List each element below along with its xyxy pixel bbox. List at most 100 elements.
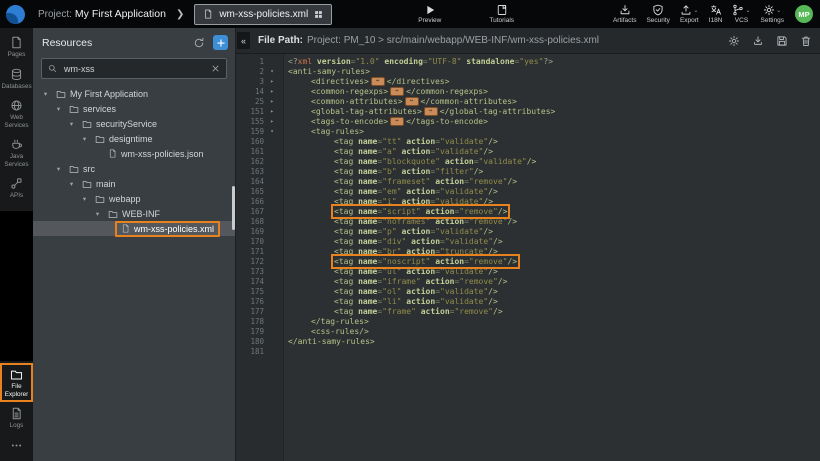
tree-item[interactable]: ▾designtime: [33, 131, 235, 146]
line-number: 165: [236, 187, 264, 197]
caret-down-icon[interactable]: ▾: [54, 105, 63, 113]
rail-item-web-services[interactable]: Web Services: [0, 94, 33, 133]
code-line: <tag name="i" action="validate"/>: [284, 197, 820, 207]
save-button[interactable]: [776, 35, 788, 47]
chevron-down-icon: ⌄: [693, 8, 698, 15]
settings-button[interactable]: [728, 35, 740, 47]
collapse-panel-icon[interactable]: «: [237, 32, 250, 49]
tree-item[interactable]: ▾main: [33, 176, 235, 191]
project-name: My First Application: [75, 8, 166, 20]
open-file-tab[interactable]: wm-xss-policies.xml: [194, 4, 332, 25]
tree-item[interactable]: ▾securityService: [33, 116, 235, 131]
tree-item[interactable]: ▾ src: [33, 161, 235, 176]
tree-item[interactable]: wm-xss-policies.json: [33, 146, 235, 161]
tree-item[interactable]: ▾services: [33, 101, 235, 116]
rail-item-databases[interactable]: Databases: [0, 63, 33, 95]
topbar-item-settings[interactable]: ⌄Settings: [761, 4, 785, 24]
folded-code-widget[interactable]: ↔: [405, 97, 419, 106]
file-tree: ▾My First Application▾services▾securityS…: [33, 86, 235, 236]
project-label: Project:: [38, 9, 72, 20]
code-line: <tag name="b" action="filter"/>: [284, 167, 820, 177]
folded-code-widget[interactable]: ↔: [390, 87, 404, 96]
topbar: Project:My First Application ❯ wm-xss-po…: [0, 0, 820, 28]
line-number: 179: [236, 327, 264, 337]
topbar-item-security[interactable]: Security: [646, 4, 669, 24]
file-path-value: Project: PM_10 > src/main/webapp/WEB-INF…: [307, 35, 599, 46]
folded-code-widget[interactable]: ↔: [424, 107, 438, 116]
fold-toggle-icon[interactable]: ▾: [264, 67, 280, 77]
export-icon: [680, 4, 692, 16]
delete-button[interactable]: [800, 35, 812, 47]
code-line: <css-rules/>: [284, 327, 820, 337]
tree-item-label: wm-xss-policies.xml: [134, 224, 214, 234]
file-icon: [121, 224, 130, 233]
folder-icon: [69, 104, 79, 114]
caret-down-icon[interactable]: ▾: [80, 195, 89, 203]
folded-code-widget[interactable]: ↔: [390, 117, 404, 126]
line-number: 175: [236, 287, 264, 297]
rail-item-java-services[interactable]: Java Services: [0, 133, 33, 172]
tree-scrollbar[interactable]: [232, 186, 235, 230]
topbar-center-actions: Preview Tutorials: [418, 4, 514, 24]
topbar-item-vcs[interactable]: ⌄VCS: [732, 4, 750, 24]
rail-item-apis[interactable]: APIs: [0, 172, 33, 204]
caret-down-icon[interactable]: ▾: [54, 165, 63, 173]
database-icon: [10, 68, 23, 81]
line-number: 160: [236, 137, 264, 147]
topbar-item-artifacts[interactable]: Artifacts: [613, 4, 636, 24]
search-input[interactable]: [62, 63, 206, 75]
grid-icon[interactable]: [314, 10, 323, 19]
code-line: <tag name="a" action="validate"/>: [284, 147, 820, 157]
folder-icon: [82, 179, 92, 189]
line-number: 163: [236, 167, 264, 177]
folder-icon: [56, 89, 66, 99]
rail-item-pages[interactable]: Pages: [0, 31, 33, 63]
topbar-item-label: Preview: [418, 17, 441, 24]
add-resource-button[interactable]: [213, 35, 228, 50]
fold-toggle-icon[interactable]: ▾: [264, 127, 280, 137]
caret-down-icon[interactable]: ▾: [41, 90, 50, 98]
dots-icon: [10, 439, 23, 452]
topbar-item-export[interactable]: ⌄Export: [680, 4, 699, 24]
refresh-icon[interactable]: [193, 37, 205, 49]
caret-down-icon[interactable]: ▾: [67, 120, 76, 128]
code-editor[interactable]: 12▾3▸14▸25▸151▸155▸159▾16016116216316416…: [236, 54, 820, 461]
download-button[interactable]: [752, 35, 764, 47]
line-number: 164: [236, 177, 264, 187]
file-icon: [108, 149, 117, 158]
topbar-item-preview[interactable]: Preview: [418, 4, 441, 24]
topbar-item-tutorials[interactable]: Tutorials: [489, 4, 514, 24]
line-number: 168: [236, 217, 264, 227]
line-number: 180: [236, 337, 264, 347]
tree-item[interactable]: ▾My First Application: [33, 86, 235, 101]
rail-item-more[interactable]: [0, 434, 33, 458]
fold-toggle-icon[interactable]: ▸: [264, 117, 280, 127]
code-line: <common-attributes>↔</common-attributes>: [284, 97, 820, 107]
caret-down-icon[interactable]: ▾: [93, 210, 102, 218]
topbar-item-i18n[interactable]: I18N: [709, 4, 723, 24]
line-number: 155: [236, 117, 264, 127]
line-number: 169: [236, 227, 264, 237]
wavemaker-logo-icon[interactable]: [6, 5, 25, 24]
caret-down-icon[interactable]: ▾: [67, 180, 76, 188]
annotation-highlight-box: <tag name="noscript" action="remove"/>: [334, 257, 517, 266]
caret-down-icon[interactable]: ▾: [80, 135, 89, 143]
tree-item[interactable]: ▾WEB-INF: [33, 206, 235, 221]
code-line: <tag name="noframes" action="remove"/>: [284, 217, 820, 227]
tree-item-label: src: [83, 164, 95, 174]
folded-code-widget[interactable]: ↔: [371, 77, 385, 86]
fold-toggle-icon[interactable]: ▸: [264, 97, 280, 107]
fold-toggle-icon[interactable]: ▸: [264, 77, 280, 87]
fold-toggle-icon[interactable]: ▸: [264, 107, 280, 117]
fold-toggle-icon[interactable]: ▸: [264, 87, 280, 97]
tree-item[interactable]: wm-xss-policies.xml: [33, 221, 235, 236]
clear-search-icon[interactable]: [211, 64, 220, 73]
user-avatar[interactable]: MP: [795, 5, 813, 23]
project-breadcrumb: Project:My First Application: [38, 8, 166, 20]
tree-item-chip: webapp: [89, 191, 147, 207]
tree-item[interactable]: ▾webapp: [33, 191, 235, 206]
rail-item-logs[interactable]: Logs: [0, 402, 33, 434]
topbar-item-label: Artifacts: [613, 17, 636, 24]
rail-item-file-explorer[interactable]: File Explorer: [0, 363, 33, 402]
file-path-label: File Path:: [258, 35, 303, 46]
